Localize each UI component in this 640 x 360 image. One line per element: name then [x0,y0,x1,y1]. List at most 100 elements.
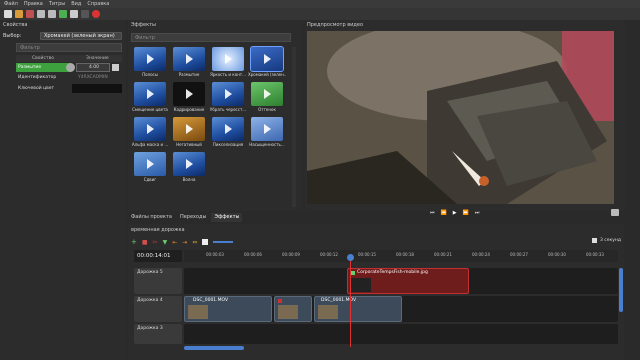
col-property: Свойство [32,56,54,61]
filter-placeholder: Фильтр [20,45,40,51]
playhead-line[interactable] [350,257,351,347]
save-file-icon[interactable] [26,10,34,18]
menu-bar: Файл Правка Титры Вид Справка [0,0,640,8]
tab-transitions[interactable]: Переходы [176,213,210,222]
prev-marker-icon[interactable]: ⇤ [172,239,177,246]
clip-thumbnail [188,305,208,319]
snap-icon[interactable]: ■ [142,239,148,246]
video-preview [307,31,614,204]
effect-deinterlace[interactable]: Убрать чересст... [209,82,247,115]
effect-select-value: Хромакей (зеленый экран) [44,33,115,39]
effect-brightness[interactable]: Яркость и конт... [209,47,247,80]
effects-scrollbar[interactable] [292,47,296,207]
effect-wave[interactable]: Волна [170,152,208,185]
ruler-label: 00:00:18 [396,252,414,257]
track-label-5[interactable]: Дорожка 5 [134,268,182,294]
color-picker-icon[interactable] [112,64,119,71]
new-file-icon[interactable] [4,10,12,18]
timeline-toolbar: + ■ ✂ ▼ ⇤ ⇥ ⇔ [131,238,234,246]
keyframe-toggle[interactable] [66,63,75,72]
remove-icon[interactable] [70,10,78,18]
menu-titles[interactable]: Титры [49,1,65,7]
clip-name: DSC_0001.MOV [193,298,229,303]
fast-forward-icon[interactable]: ⏩ [463,210,469,216]
zoom-checkbox[interactable] [592,238,597,243]
effect-hue[interactable]: Оттенок [248,82,286,115]
play-icon [212,82,244,106]
effect-stripes[interactable]: Полосы [131,47,169,80]
effect-shift[interactable]: Сдвиг [131,152,169,185]
effect-pixelate[interactable]: Пикселизация [209,117,247,150]
effect-label: Размытие [178,72,200,77]
play-icon [251,117,283,141]
effect-chroma-key[interactable]: Хромакей (зелен... [248,46,286,80]
menu-file[interactable]: Файл [4,1,18,7]
clip-transition[interactable] [274,296,312,322]
effect-saturation[interactable]: Насыщенность... [248,117,286,150]
playhead-handle[interactable] [347,254,354,261]
menu-edit[interactable]: Правка [24,1,43,7]
ruler-label: 00:00:24 [472,252,490,257]
effect-crop[interactable]: Кадрирование [170,82,208,115]
timeline-v-scrollbar[interactable] [619,268,623,312]
timeline-ruler[interactable]: 00:00:03 00:00:06 00:00:09 00:00:12 00:0… [184,250,618,262]
clip-thumbnail [278,305,298,319]
menu-help[interactable]: Справка [87,1,109,7]
marker-icon[interactable]: ▼ [163,239,168,246]
play-icon [212,117,244,141]
tab-project-files[interactable]: Файлы проекта [128,213,175,222]
undo-icon[interactable] [37,10,45,18]
clip-name: CorporateTempsFish-mobile.jpg [357,270,428,275]
add-icon[interactable] [59,10,67,18]
play-icon[interactable]: ▶ [453,210,457,216]
play-icon [134,152,166,176]
property-row-blur[interactable]: Размытие 4.00 [16,63,122,72]
blur-value-box[interactable]: 4.00 [76,63,110,72]
menu-view[interactable]: Вид [71,1,81,7]
timecode: 00:00:14:01 [137,253,171,259]
properties-filter-input[interactable]: Фильтр [16,43,122,52]
camera-icon[interactable] [611,209,619,216]
effects-filter-input[interactable]: Фильтр [131,33,291,42]
center-playhead-icon[interactable]: ⇔ [192,239,197,246]
zoom-slider[interactable] [213,241,234,243]
redo-icon[interactable] [48,10,56,18]
track-label-4[interactable]: Дорожка 4 [134,296,182,322]
clip-video-2[interactable]: DSC_0001.MOV [314,296,402,322]
skip-end-icon[interactable]: ⏭ [475,210,480,216]
zoom-label: 3 секунд [600,238,621,243]
track-lane-4[interactable]: DSC_0001.MOV DSC_0001.MOV [184,296,618,322]
next-marker-icon[interactable]: ⇥ [182,239,187,246]
timeline-h-scrollbar[interactable] [184,346,244,350]
track-lane-5[interactable]: CorporateTempsFish-mobile.jpg [184,268,618,294]
property-row-id: Идентификатор Y4RXCAOMIN [16,74,122,82]
property-value: Y4RXCAOMIN [78,75,108,80]
open-file-icon[interactable] [15,10,23,18]
effect-negative[interactable]: Негативный [170,117,208,150]
effect-alpha-mask[interactable]: Альфа маска и ... [131,117,169,150]
fullscreen-icon[interactable] [81,10,89,18]
record-icon[interactable] [92,10,100,18]
tab-effects[interactable]: Эффекты [211,213,243,222]
effect-blur[interactable]: Размытие [170,47,208,80]
property-row-key-color[interactable]: Ключевой цвет [16,84,122,93]
ruler-label: 00:00:06 [244,252,262,257]
track-lane-3[interactable] [184,324,618,344]
effect-select[interactable]: Хромакей (зеленый экран) [40,32,122,40]
video-frame [307,31,614,204]
col-value: Значение [86,56,109,61]
clip-image[interactable]: CorporateTempsFish-mobile.jpg [347,268,469,294]
clip-thumbnail [351,278,371,292]
key-color-swatch[interactable] [72,84,122,93]
effect-label: Негативный [176,142,202,147]
effect-color-shift[interactable]: Смещение цвета [131,82,169,115]
effect-label: Сдвиг [143,177,157,182]
skip-start-icon[interactable]: ⏮ [430,210,435,216]
zoom-out-icon[interactable] [202,239,209,245]
rewind-icon[interactable]: ⏪ [441,210,447,216]
razor-icon[interactable]: ✂ [153,239,158,246]
clip-video-1[interactable]: DSC_0001.MOV [184,296,272,322]
track-label-3[interactable]: Дорожка 3 [134,324,182,344]
play-icon [134,117,166,141]
add-track-icon[interactable]: + [131,238,137,246]
